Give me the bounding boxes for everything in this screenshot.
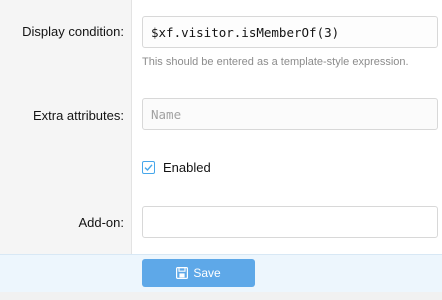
display-condition-input[interactable] [142,16,438,48]
addon-select[interactable] [142,206,438,238]
display-condition-label: Display condition: [22,24,124,39]
extra-attributes-label: Extra attributes: [32,108,124,123]
display-condition-hint: This should be entered as a template-sty… [142,56,409,68]
save-button-label: Save [193,266,221,280]
enabled-label: Enabled [163,160,211,175]
extra-attributes-name-input[interactable] [142,98,438,130]
checkmark-icon [144,164,153,172]
save-button[interactable]: Save [142,259,255,287]
bottom-strip [0,292,442,300]
enabled-checkbox-row[interactable]: Enabled [142,160,211,175]
floppy-disk-icon [176,267,189,279]
addon-label: Add-on: [78,215,124,230]
enabled-checkbox[interactable] [142,161,155,174]
